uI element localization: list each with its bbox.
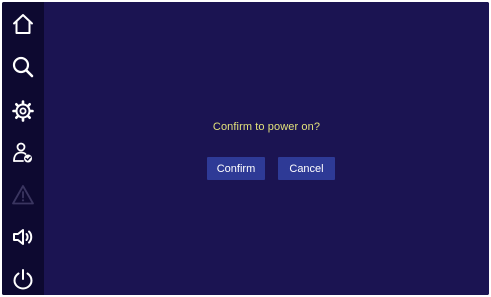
sidebar-item-warning — [2, 175, 44, 215]
app-window: Confirm to power on? Confirm Cancel — [2, 2, 489, 295]
sidebar-item-power[interactable] — [2, 259, 44, 295]
confirm-button[interactable]: Confirm — [207, 157, 265, 180]
sidebar — [2, 2, 44, 295]
sidebar-item-settings[interactable] — [2, 91, 44, 131]
cancel-button[interactable]: Cancel — [278, 157, 335, 180]
sidebar-item-search[interactable] — [2, 47, 44, 87]
home-icon — [11, 12, 35, 36]
sidebar-item-home[interactable] — [2, 4, 44, 44]
power-icon — [11, 267, 35, 291]
confirm-message: Confirm to power on? — [212, 121, 321, 133]
warning-icon — [11, 183, 35, 207]
user-check-icon — [11, 141, 35, 165]
speaker-icon — [11, 225, 35, 249]
gear-icon — [11, 99, 35, 123]
search-icon — [11, 55, 35, 79]
sidebar-item-volume[interactable] — [2, 217, 44, 257]
main-panel: Confirm to power on? Confirm Cancel — [44, 2, 489, 295]
sidebar-item-user[interactable] — [2, 133, 44, 173]
